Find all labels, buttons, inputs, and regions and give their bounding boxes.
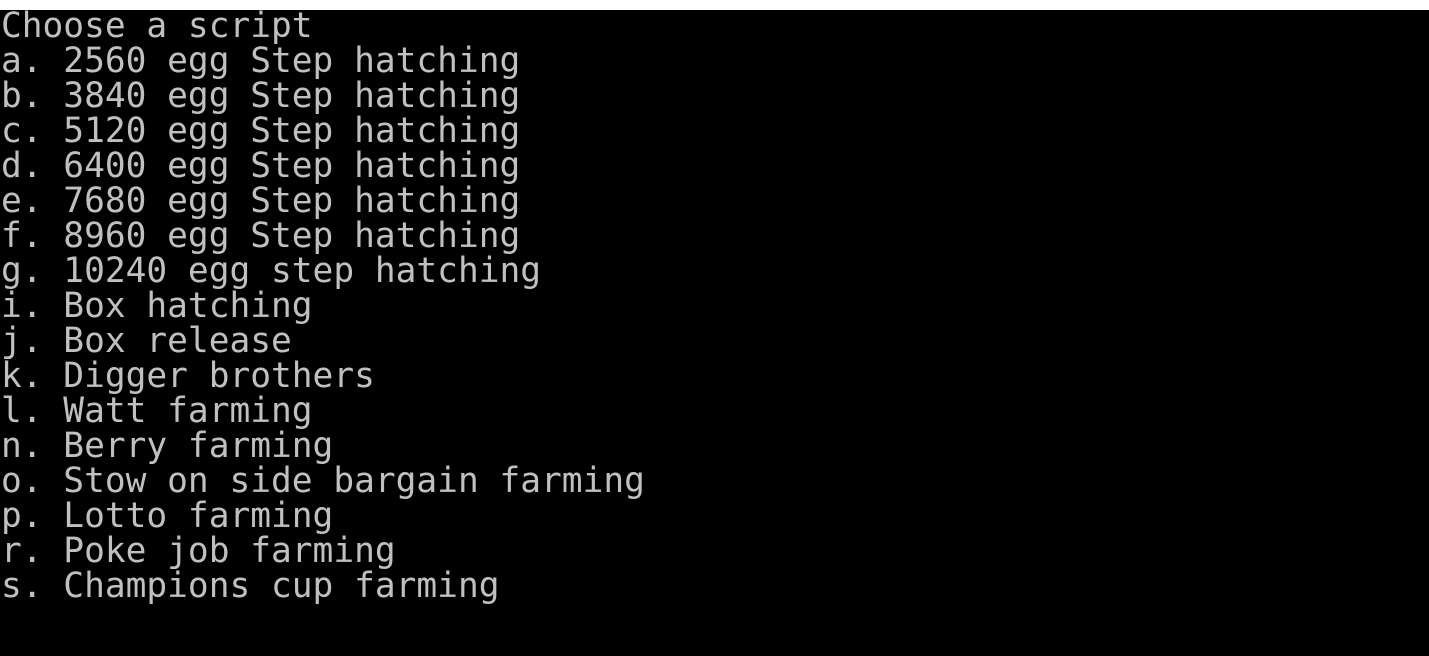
menu-option-g: g. 10240 egg step hatching [1,251,542,291]
menu-option-f: f. 8960 egg Step hatching [1,216,521,256]
console-window: Choose a script a. 2560 egg Step hatchin… [0,10,1429,656]
menu-option-j: j. Box release [1,321,292,361]
menu-option-n: n. Berry farming [1,426,334,466]
menu-option-a: a. 2560 egg Step hatching [1,41,521,81]
menu-option-b: b. 3840 egg Step hatching [1,76,521,116]
menu-option-c: c. 5120 egg Step hatching [1,111,521,151]
menu-option-d: d. 6400 egg Step hatching [1,146,521,186]
console-prompt: Choose a script [1,10,313,46]
menu-option-e: e. 7680 egg Step hatching [1,181,521,221]
menu-option-r: r. Poke job farming [1,531,396,571]
console-output: Choose a script a. 2560 egg Step hatchin… [1,10,645,605]
menu-option-i: i. Box hatching [1,286,313,326]
menu-option-l: l. Watt farming [1,391,313,431]
menu-option-p: p. Lotto farming [1,496,334,536]
menu-option-k: k. Digger brothers [1,356,375,396]
menu-option-o: o. Stow on side bargain farming [1,461,645,501]
menu-option-s: s. Champions cup farming [1,566,500,606]
